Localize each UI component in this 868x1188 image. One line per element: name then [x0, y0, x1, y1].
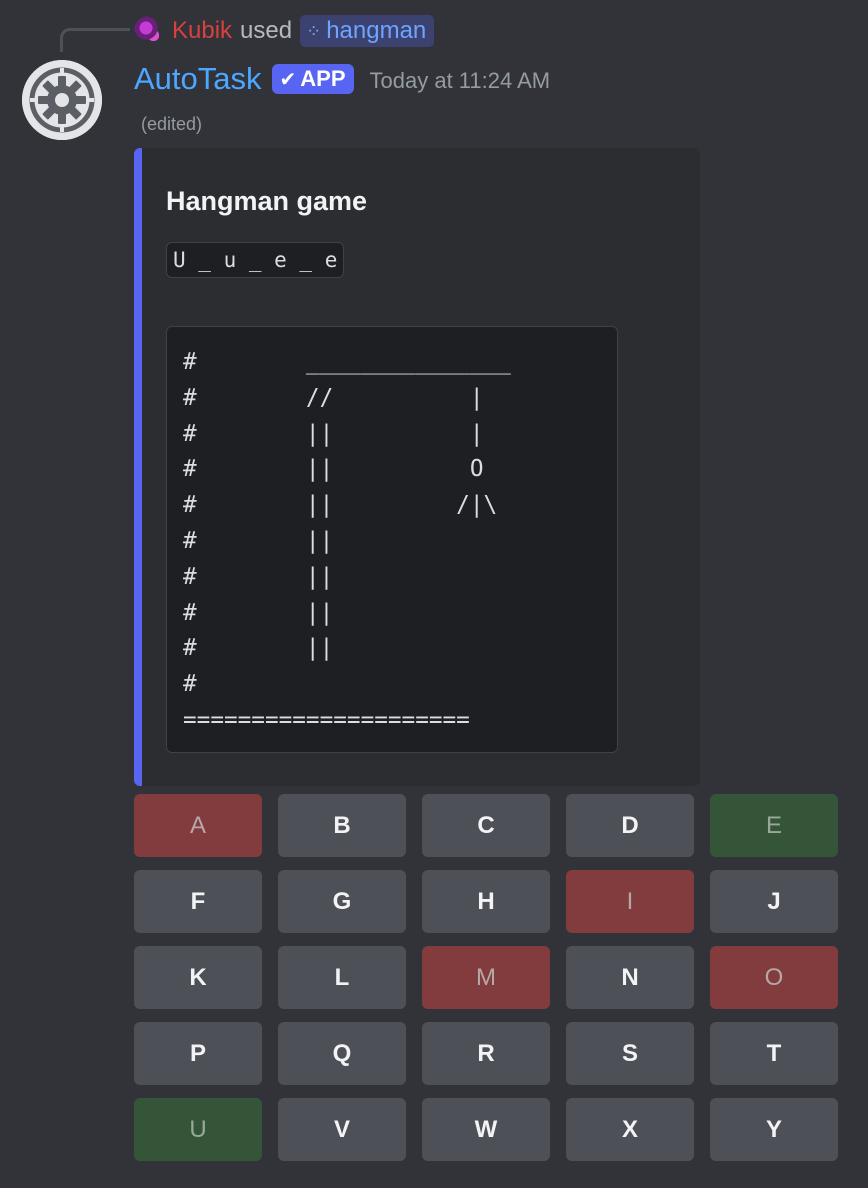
key-w[interactable]: W [422, 1098, 550, 1161]
key-o[interactable]: O [710, 946, 838, 1009]
key-a[interactable]: A [134, 794, 262, 857]
key-l[interactable]: L [278, 946, 406, 1009]
embed-title: Hangman game [166, 186, 368, 216]
gallows-art: # _______________ # // | # || | # || O #… [166, 326, 618, 753]
key-r[interactable]: R [422, 1022, 550, 1085]
app-badge-label: APP [300, 66, 346, 91]
key-c[interactable]: C [422, 794, 550, 857]
command-mention[interactable]: ⁘ hangman [300, 15, 435, 47]
key-t[interactable]: T [710, 1022, 838, 1085]
gear-icon [22, 60, 102, 140]
command-name: hangman [326, 17, 427, 44]
key-x[interactable]: X [566, 1098, 694, 1161]
key-f[interactable]: F [134, 870, 262, 933]
edited-label: (edited) [141, 114, 203, 134]
key-b[interactable]: B [278, 794, 406, 857]
bot-avatar[interactable] [22, 60, 102, 140]
bot-name[interactable]: AutoTask [134, 61, 262, 97]
reply-username[interactable]: Kubik [172, 17, 232, 45]
key-s[interactable]: S [566, 1022, 694, 1085]
app-badge: ✔ APP [271, 64, 354, 94]
key-q[interactable]: Q [278, 1022, 406, 1085]
check-icon: ✔ [279, 68, 297, 91]
game-embed: Hangman game U _ u _ e _ e # ___________… [134, 148, 700, 786]
key-m[interactable]: M [422, 946, 550, 1009]
key-n[interactable]: N [566, 946, 694, 1009]
letter-keyboard: A B C D E F G H I J K L M N O P Q R S T … [134, 794, 838, 1161]
key-i[interactable]: I [566, 870, 694, 933]
message-timestamp[interactable]: Today at 11:24 AM [370, 68, 551, 94]
reply-used-text: used [240, 17, 293, 44]
apps-icon: ⁘ [306, 20, 322, 41]
key-h[interactable]: H [422, 870, 550, 933]
user-avatar[interactable] [134, 16, 164, 46]
reply-connector [60, 28, 130, 52]
key-k[interactable]: K [134, 946, 262, 1009]
key-u[interactable]: U [134, 1098, 262, 1161]
key-p[interactable]: P [134, 1022, 262, 1085]
key-j[interactable]: J [710, 870, 838, 933]
key-v[interactable]: V [278, 1098, 406, 1161]
key-d[interactable]: D [566, 794, 694, 857]
key-e[interactable]: E [710, 794, 838, 857]
key-g[interactable]: G [278, 870, 406, 933]
key-y[interactable]: Y [710, 1098, 838, 1161]
message-header: AutoTask ✔ APP Today at 11:24 AM [134, 60, 550, 98]
reply-context: Kubik used ⁘ hangman [134, 12, 435, 50]
word-progress: U _ u _ e _ e [166, 242, 345, 278]
